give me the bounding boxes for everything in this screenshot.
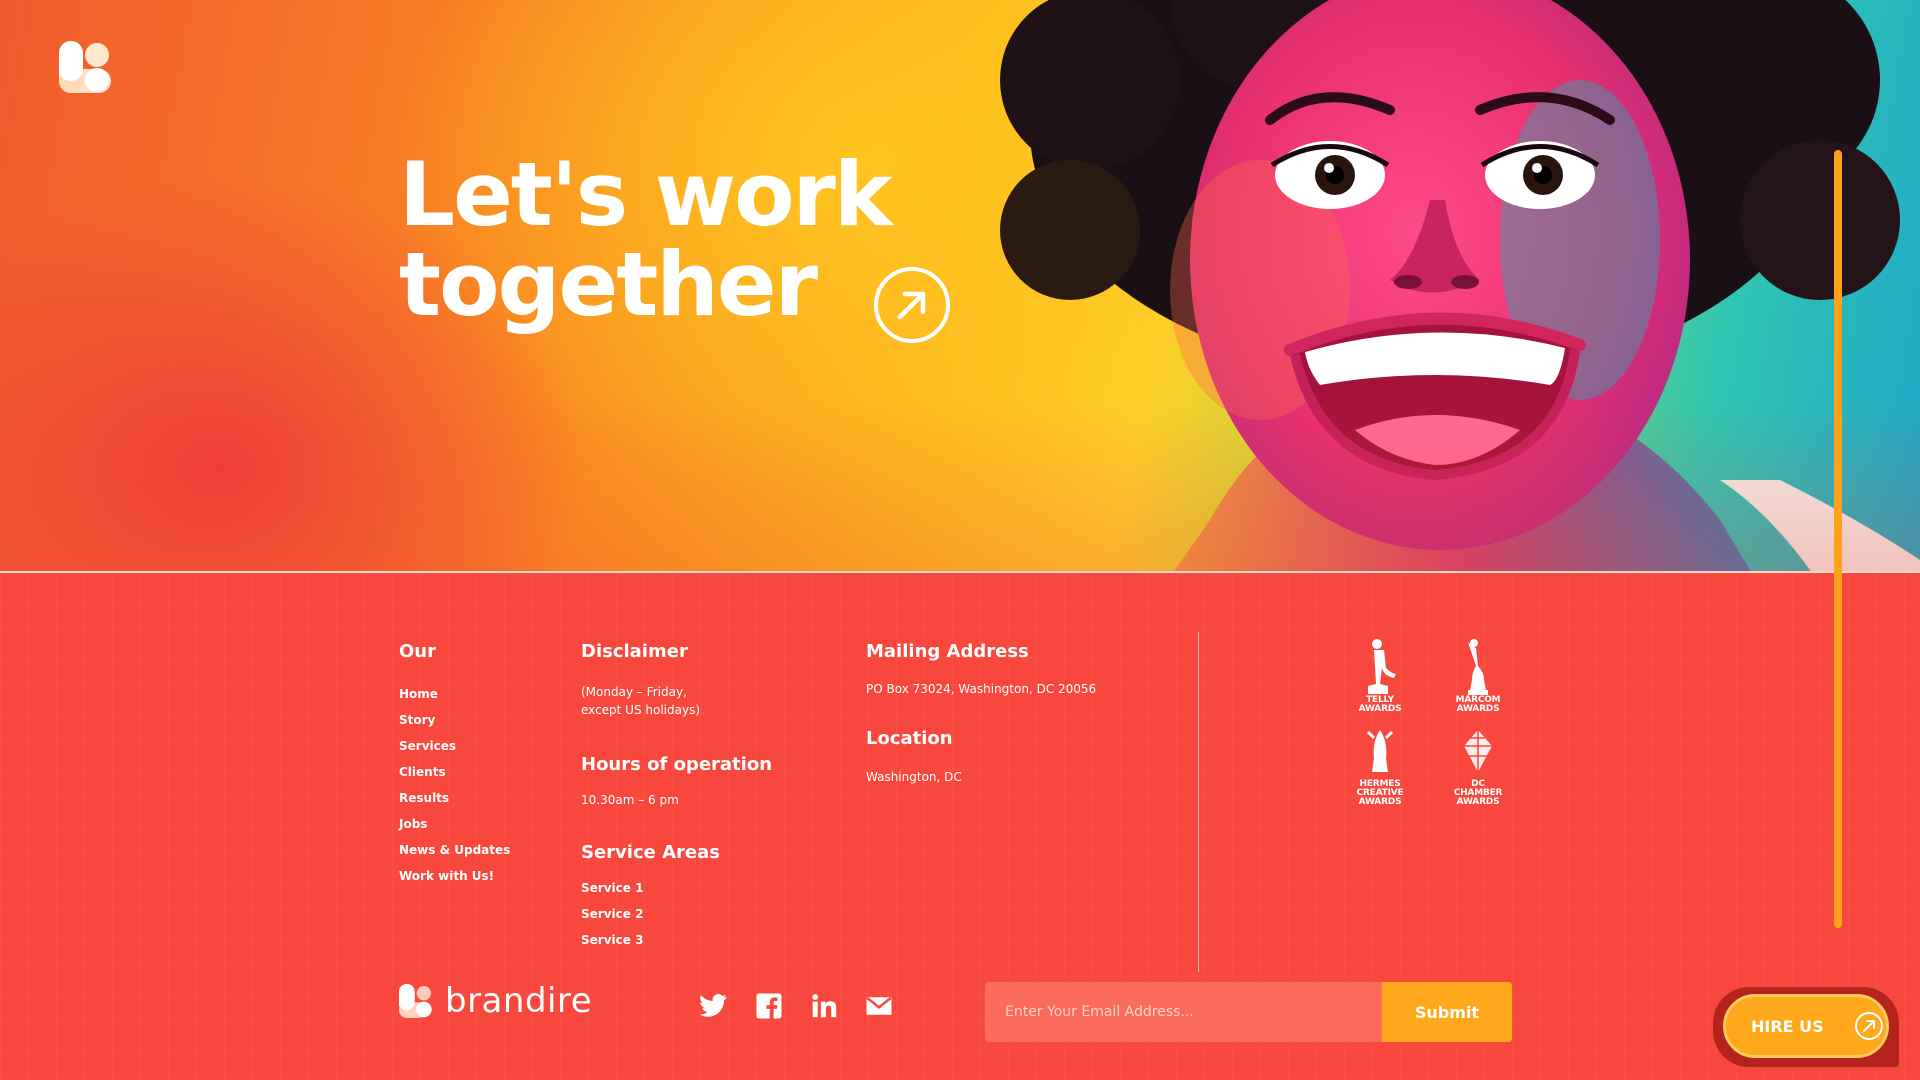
hours-value: 10.30am – 6 pm bbox=[581, 793, 679, 807]
hero-title-line-2: together bbox=[399, 233, 818, 336]
disclaimer-line-2: except US holidays) bbox=[581, 703, 701, 717]
brand-name: brandire bbox=[445, 981, 593, 1021]
our-column-title: Our bbox=[399, 641, 436, 662]
award-label: Awards bbox=[1358, 797, 1402, 807]
footer-link-story[interactable]: Story bbox=[399, 713, 435, 727]
disclaimer-line-1: (Monday – Friday, bbox=[581, 685, 687, 699]
mail-icon[interactable] bbox=[864, 991, 894, 1021]
location-title: Location bbox=[866, 728, 953, 749]
footer-divider bbox=[1198, 632, 1199, 972]
disclaimer-title: Disclaimer bbox=[581, 641, 688, 662]
service-areas-title: Service Areas bbox=[581, 842, 720, 863]
footer-link-services[interactable]: Services bbox=[399, 739, 456, 753]
trophy-icon bbox=[1366, 730, 1394, 772]
hero-title-line-1: Let's work bbox=[399, 143, 892, 246]
award-label: Awards bbox=[1456, 704, 1500, 714]
hire-us-button[interactable]: HIRE US bbox=[1723, 994, 1889, 1058]
site-footer: Our Home Story Services Clients Results … bbox=[0, 571, 1920, 1080]
service-area-link[interactable]: Service 1 bbox=[581, 881, 643, 895]
footer-link-home[interactable]: Home bbox=[399, 687, 438, 701]
award-label: Awards bbox=[1456, 797, 1500, 807]
hero-section: Let's work together bbox=[0, 0, 1920, 571]
arrow-up-right-icon bbox=[897, 291, 926, 320]
page-scrollbar[interactable] bbox=[1834, 150, 1842, 928]
brandire-logo-icon[interactable] bbox=[59, 41, 111, 93]
newsletter-form: Submit bbox=[985, 982, 1512, 1042]
arrow-up-right-circle-icon bbox=[1854, 1012, 1883, 1040]
linkedin-icon[interactable] bbox=[809, 991, 839, 1021]
facebook-icon[interactable] bbox=[754, 991, 784, 1021]
telly-awards-badge: Telly Awards bbox=[1340, 638, 1420, 728]
footer-link-results[interactable]: Results bbox=[399, 791, 449, 805]
hero-portrait-image bbox=[1000, 0, 1920, 571]
footer-link-jobs[interactable]: Jobs bbox=[399, 817, 427, 831]
trophy-icon bbox=[1368, 639, 1396, 694]
footer-link-news-updates[interactable]: News & Updates bbox=[399, 843, 510, 857]
footer-brand-logo[interactable]: brandire bbox=[399, 981, 592, 1021]
hire-us-label: HIRE US bbox=[1751, 1016, 1824, 1036]
email-input[interactable] bbox=[985, 982, 1382, 1042]
service-area-link[interactable]: Service 2 bbox=[581, 907, 643, 921]
mailing-address-value: PO Box 73024, Washington, DC 20056 bbox=[866, 682, 1097, 696]
hero-cta-button[interactable] bbox=[874, 267, 950, 343]
dc-chamber-awards-badge: DC Chamber Awards bbox=[1438, 728, 1518, 818]
footer-link-clients[interactable]: Clients bbox=[399, 765, 446, 779]
twitter-icon[interactable] bbox=[698, 991, 728, 1021]
brandire-logo-icon bbox=[399, 984, 432, 1018]
mailing-address-title: Mailing Address bbox=[866, 641, 1029, 662]
trophy-icon bbox=[1468, 639, 1488, 695]
marcom-awards-badge: Marcom Awards bbox=[1438, 638, 1518, 728]
location-value: Washington, DC bbox=[866, 770, 962, 784]
submit-button[interactable]: Submit bbox=[1382, 982, 1512, 1042]
hours-title: Hours of operation bbox=[581, 754, 773, 775]
hermes-creative-awards-badge: Hermes Creative Awards bbox=[1340, 728, 1420, 818]
dome-icon bbox=[1464, 730, 1492, 772]
award-label: Awards bbox=[1358, 704, 1402, 714]
footer-link-work-with-us[interactable]: Work with Us! bbox=[399, 869, 494, 883]
service-area-link[interactable]: Service 3 bbox=[581, 933, 643, 947]
